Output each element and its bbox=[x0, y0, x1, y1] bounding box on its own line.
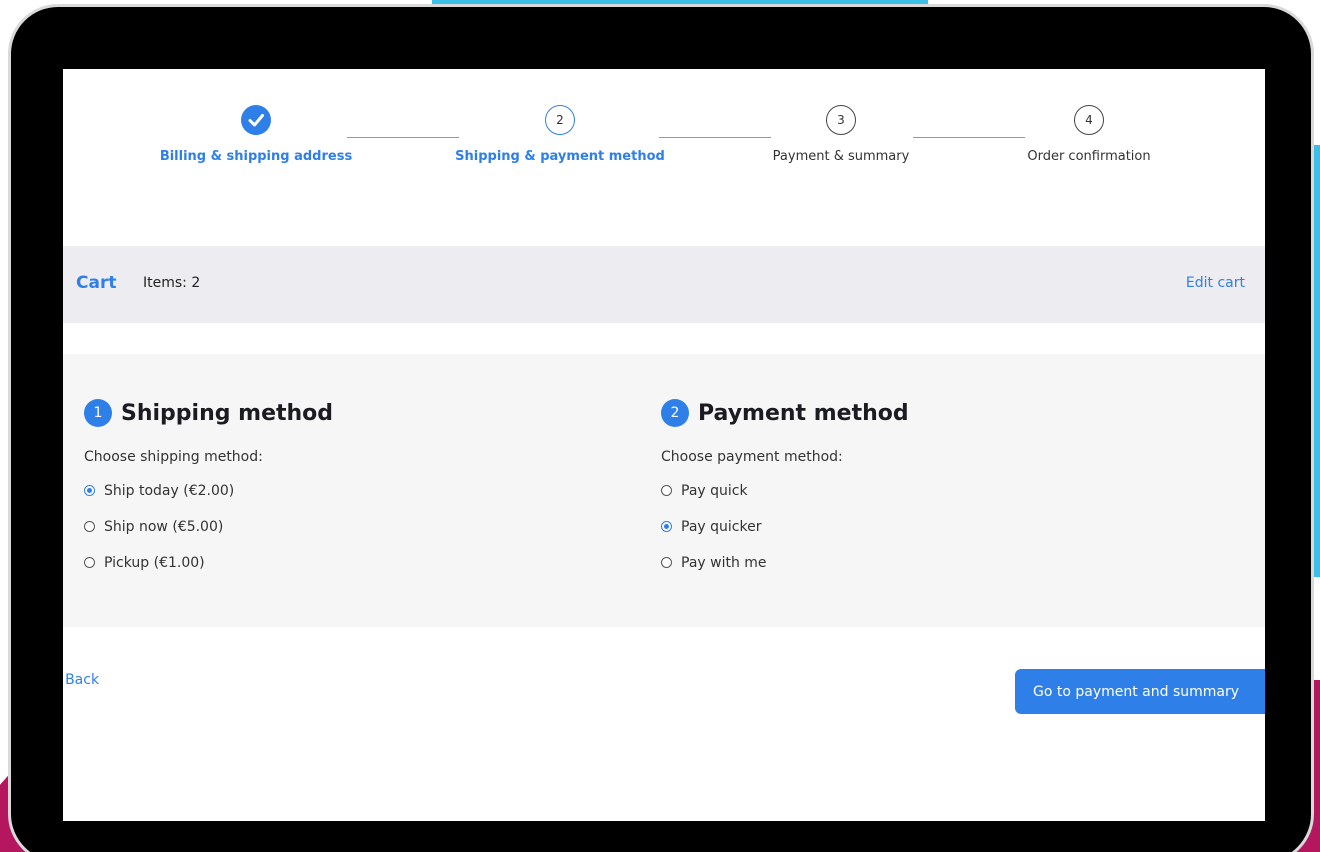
step-label: Billing & shipping address bbox=[159, 149, 353, 164]
check-icon bbox=[241, 105, 271, 135]
step-label: Shipping & payment method bbox=[455, 149, 665, 164]
shipping-option-ship-now[interactable]: Ship now (€5.00) bbox=[84, 516, 333, 537]
stage: Billing & shipping address 2 Shipping & … bbox=[0, 0, 1320, 852]
checkout-screen: Billing & shipping address 2 Shipping & … bbox=[63, 69, 1265, 821]
checkout-stepper: Billing & shipping address 2 Shipping & … bbox=[63, 69, 1265, 199]
cart-summary-bar: Cart Items: 2 Edit cart bbox=[63, 246, 1265, 323]
payment-option-pay-quicker[interactable]: Pay quicker bbox=[661, 516, 909, 537]
radio-button[interactable] bbox=[661, 557, 672, 568]
go-to-payment-button[interactable]: Go to payment and summary bbox=[1015, 669, 1265, 714]
step-payment-summary[interactable]: 3 Payment & summary bbox=[721, 105, 961, 164]
option-label: Pickup (€1.00) bbox=[104, 554, 205, 571]
option-label: Ship now (€5.00) bbox=[104, 518, 224, 535]
step-number-badge: 3 bbox=[826, 105, 856, 135]
radio-button[interactable] bbox=[84, 485, 95, 496]
option-label: Pay quicker bbox=[681, 518, 762, 535]
back-link[interactable]: ‹ Back bbox=[63, 672, 99, 688]
option-label: Ship today (€2.00) bbox=[104, 482, 235, 499]
step-number-badge: 2 bbox=[545, 105, 575, 135]
radio-button[interactable] bbox=[84, 521, 95, 532]
section-header: 2 Payment method bbox=[661, 397, 909, 429]
methods-panel: 1 Shipping method Choose shipping method… bbox=[63, 354, 1265, 627]
radio-button[interactable] bbox=[661, 485, 672, 496]
section-prompt: Choose payment method: bbox=[661, 449, 843, 465]
step-number-badge: 4 bbox=[1074, 105, 1104, 135]
cart-item-count: Items: 2 bbox=[143, 275, 201, 291]
shipping-option-pickup[interactable]: Pickup (€1.00) bbox=[84, 552, 333, 573]
payment-option-pay-with-me[interactable]: Pay with me bbox=[661, 552, 909, 573]
step-order-confirmation[interactable]: 4 Order confirmation bbox=[969, 105, 1209, 164]
section-number-badge: 1 bbox=[84, 399, 112, 427]
shipping-option-ship-today[interactable]: Ship today (€2.00) bbox=[84, 480, 333, 501]
section-title: Shipping method bbox=[121, 400, 334, 426]
section-number-badge: 2 bbox=[661, 399, 689, 427]
payment-option-pay-quick[interactable]: Pay quick bbox=[661, 480, 909, 501]
step-billing-shipping-address[interactable]: Billing & shipping address bbox=[136, 105, 376, 164]
option-label: Pay with me bbox=[681, 554, 767, 571]
shipping-method-section: 1 Shipping method Choose shipping method… bbox=[84, 397, 333, 573]
radio-button[interactable] bbox=[661, 521, 672, 532]
cart-title: Cart bbox=[76, 273, 117, 293]
payment-method-section: 2 Payment method Choose payment method: … bbox=[661, 397, 909, 573]
step-label: Payment & summary bbox=[772, 149, 910, 164]
step-shipping-payment-method[interactable]: 2 Shipping & payment method bbox=[440, 105, 680, 164]
back-link-label: Back bbox=[65, 672, 100, 688]
step-label: Order confirmation bbox=[1027, 149, 1151, 164]
section-prompt: Choose shipping method: bbox=[84, 449, 263, 465]
radio-button[interactable] bbox=[84, 557, 95, 568]
option-label: Pay quick bbox=[681, 482, 748, 499]
edit-cart-link[interactable]: Edit cart bbox=[1186, 275, 1245, 291]
section-title: Payment method bbox=[698, 400, 909, 426]
section-header: 1 Shipping method bbox=[84, 397, 333, 429]
